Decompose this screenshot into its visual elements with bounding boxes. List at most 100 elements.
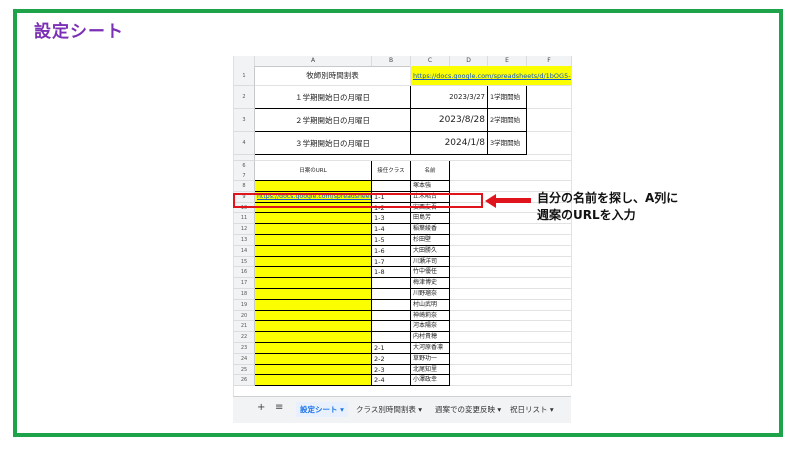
term1-date-cell[interactable]: 2023/3/27 xyxy=(411,86,488,109)
class-cell[interactable]: 2-3 xyxy=(372,364,411,376)
term3-date-cell[interactable]: 2024/1/8 xyxy=(411,132,488,155)
class-cell[interactable]: 1-7 xyxy=(372,256,411,268)
name-cell[interactable]: 北尾知里 xyxy=(411,364,450,376)
corner-cell[interactable] xyxy=(234,56,255,66)
name-cell[interactable]: 神崎莉奈 xyxy=(411,310,450,322)
tab-holiday-list[interactable]: 祝日リスト ▾ xyxy=(510,404,554,415)
empty-cell[interactable] xyxy=(527,109,572,132)
empty-cell[interactable] xyxy=(450,364,572,376)
column-header-d[interactable]: D xyxy=(450,56,488,66)
empty-cell[interactable] xyxy=(450,375,572,387)
class-cell[interactable]: 1-3 xyxy=(372,213,411,225)
empty-cell[interactable] xyxy=(450,299,572,311)
empty-cell[interactable] xyxy=(450,321,572,333)
url-cell[interactable] xyxy=(255,235,372,246)
url-cell[interactable] xyxy=(255,375,372,387)
class-cell[interactable]: 1-6 xyxy=(372,245,411,257)
row-header[interactable]: 11 xyxy=(234,213,255,225)
name-cell[interactable]: 村山武明 xyxy=(411,299,450,311)
name-cell[interactable]: 川野瑠奈 xyxy=(411,289,450,300)
row-header[interactable]: 67 xyxy=(234,161,255,181)
name-cell[interactable]: 川瀬洋司 xyxy=(411,256,450,268)
url-cell[interactable] xyxy=(255,213,372,225)
empty-cell[interactable] xyxy=(450,353,572,365)
row-header[interactable]: 26 xyxy=(234,375,255,387)
column-header-a[interactable]: A xyxy=(255,56,372,66)
empty-cell[interactable] xyxy=(527,132,572,155)
name-cell[interactable]: 竹中優任 xyxy=(411,267,450,279)
name-cell[interactable]: 塚本強 xyxy=(411,181,450,192)
tab-settings[interactable]: 設定シート ▾ xyxy=(296,402,348,417)
class-cell[interactable] xyxy=(372,278,411,289)
url-cell[interactable] xyxy=(255,224,372,235)
row-header[interactable]: 21 xyxy=(234,321,255,333)
url-cell[interactable] xyxy=(255,181,372,192)
row-header[interactable]: 1 xyxy=(234,66,255,86)
url-column-header[interactable]: 日案のURL xyxy=(255,161,372,181)
row-header[interactable]: 25 xyxy=(234,364,255,376)
empty-cell[interactable] xyxy=(450,235,572,246)
url-cell[interactable] xyxy=(255,332,372,343)
url-cell[interactable] xyxy=(255,299,372,311)
term3-note-cell[interactable]: 3学期開始 xyxy=(488,132,527,155)
name-column-header[interactable]: 名前 xyxy=(411,161,450,181)
url-cell[interactable] xyxy=(255,278,372,289)
schedule-url-cell[interactable]: https://docs.google.com/spreadsheets/d/1… xyxy=(411,66,572,86)
empty-cell[interactable] xyxy=(450,343,572,354)
row-header[interactable]: 13 xyxy=(234,235,255,246)
class-cell[interactable]: 1-5 xyxy=(372,235,411,246)
row-header[interactable]: 16 xyxy=(234,267,255,279)
class-cell[interactable]: 1-4 xyxy=(372,224,411,235)
row-header[interactable]: 18 xyxy=(234,289,255,300)
name-cell[interactable]: 河本陽奈 xyxy=(411,321,450,333)
term2-date-cell[interactable]: 2023/8/28 xyxy=(411,109,488,132)
empty-cell[interactable] xyxy=(450,278,572,289)
row-header[interactable]: 2 xyxy=(234,86,255,109)
url-cell[interactable] xyxy=(255,256,372,268)
class-cell[interactable]: 2-2 xyxy=(372,353,411,365)
url-cell[interactable] xyxy=(255,364,372,376)
name-cell[interactable]: 大河原香凛 xyxy=(411,343,450,354)
class-cell[interactable] xyxy=(372,321,411,333)
row-header[interactable]: 4 xyxy=(234,132,255,155)
empty-cell[interactable] xyxy=(450,256,572,268)
row-header[interactable]: 22 xyxy=(234,332,255,343)
url-cell[interactable] xyxy=(255,267,372,279)
empty-cell[interactable] xyxy=(450,245,572,257)
term1-note-cell[interactable]: 1学期開始 xyxy=(488,86,527,109)
class-cell[interactable] xyxy=(372,181,411,192)
schedule-title-cell[interactable]: 牧師別時間割表 xyxy=(255,66,411,86)
url-cell[interactable] xyxy=(255,310,372,322)
name-cell[interactable]: 大田勝久 xyxy=(411,245,450,257)
row-header[interactable]: 20 xyxy=(234,310,255,322)
empty-cell[interactable] xyxy=(450,332,572,343)
all-sheets-menu-icon[interactable]: ≡ xyxy=(275,402,283,413)
row-header[interactable]: 15 xyxy=(234,256,255,268)
empty-cell[interactable] xyxy=(450,289,572,300)
row-header[interactable]: 19 xyxy=(234,299,255,311)
name-cell[interactable]: 草野功一 xyxy=(411,353,450,365)
name-cell[interactable]: 稲葉綾香 xyxy=(411,224,450,235)
url-cell[interactable] xyxy=(255,353,372,365)
url-cell[interactable] xyxy=(255,245,372,257)
row-header[interactable]: 8 xyxy=(234,181,255,192)
empty-cell[interactable] xyxy=(527,86,572,109)
class-cell[interactable]: 1-8 xyxy=(372,267,411,279)
row-header[interactable]: 23 xyxy=(234,343,255,354)
term2-note-cell[interactable]: 2学期開始 xyxy=(488,109,527,132)
empty-cell[interactable] xyxy=(450,310,572,322)
column-header-f[interactable]: F xyxy=(527,56,572,66)
class-cell[interactable]: 2-1 xyxy=(372,343,411,354)
class-cell[interactable]: 2-4 xyxy=(372,375,411,387)
term2-label-cell[interactable]: ２学期開始日の月曜日 xyxy=(255,109,411,132)
row-header[interactable]: 12 xyxy=(234,224,255,235)
name-cell[interactable]: 梅津博史 xyxy=(411,278,450,289)
row-header[interactable]: 17 xyxy=(234,278,255,289)
name-cell[interactable]: 内村貴穂 xyxy=(411,332,450,343)
column-header-c[interactable]: C xyxy=(411,56,450,66)
row-header[interactable]: 14 xyxy=(234,245,255,257)
class-cell[interactable] xyxy=(372,299,411,311)
name-cell[interactable]: 小澤政幸 xyxy=(411,375,450,387)
name-cell[interactable]: 杉田壁 xyxy=(411,235,450,246)
class-cell[interactable] xyxy=(372,289,411,300)
